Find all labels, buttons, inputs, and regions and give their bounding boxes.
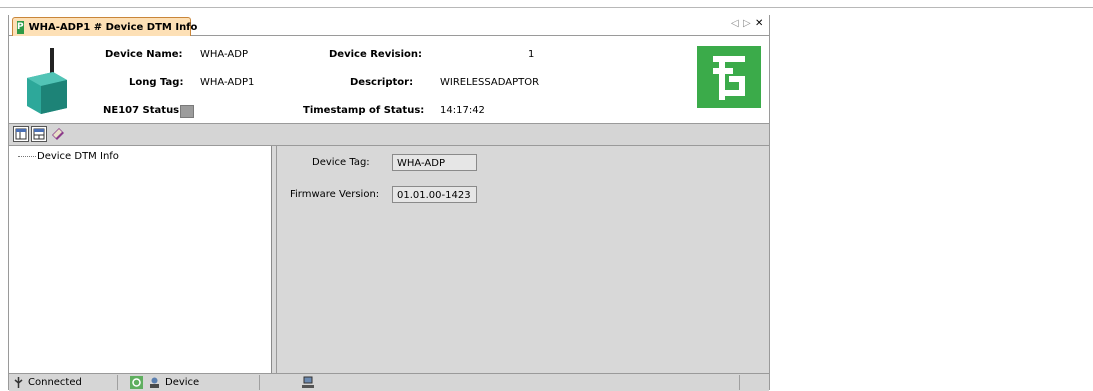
- connection-status: Connected: [12, 375, 82, 390]
- descriptor-value: WIRELESSADAPTOR: [440, 77, 540, 88]
- connection-status-label: Connected: [28, 377, 82, 388]
- top-rule: [0, 7, 1093, 8]
- network-icon: [301, 375, 315, 390]
- details-pane: Device Tag: WHA-ADP Firmware Version: 01…: [277, 146, 769, 373]
- device-name-value: WHA-ADP: [200, 49, 248, 60]
- layout-alt-icon[interactable]: [31, 126, 47, 142]
- status-separator: [117, 375, 118, 390]
- device-icon: [150, 377, 159, 388]
- toolbar: [9, 123, 769, 146]
- ne107-status-indicator: [180, 105, 194, 118]
- connected-icon: [14, 377, 23, 388]
- device-header: Device Name: WHA-ADP Long Tag: WHA-ADP1 …: [9, 36, 769, 123]
- device-tag-label: Device Tag:: [312, 157, 370, 168]
- firmware-version-field[interactable]: 01.01.00-1423: [392, 186, 477, 203]
- dtm-window: P WHA-ADP1 # Device DTM Info ◁ ▷ ✕ Devic…: [8, 15, 770, 391]
- tab-device-dtm-info[interactable]: P WHA-ADP1 # Device DTM Info: [12, 17, 197, 36]
- status-separator: [739, 375, 740, 390]
- nav-right-icon[interactable]: ▷: [743, 18, 751, 29]
- device-mode-label: Device: [165, 377, 200, 388]
- nav-left-icon[interactable]: ◁: [731, 18, 739, 29]
- pepperl-fuchs-tab-icon: P: [17, 20, 24, 34]
- book-icon[interactable]: [50, 126, 66, 142]
- tab-title: WHA-ADP1 # Device DTM Info: [28, 21, 198, 33]
- tree-item-device-dtm-info[interactable]: Device DTM Info: [37, 151, 119, 162]
- device-revision-value: 1: [528, 49, 535, 60]
- firmware-version-label: Firmware Version:: [290, 189, 380, 200]
- device-revision-label: Device Revision:: [329, 49, 423, 60]
- status-separator: [259, 375, 260, 390]
- ne107-status-label: NE107 Status:: [103, 105, 184, 116]
- long-tag-value: WHA-ADP1: [200, 77, 255, 88]
- close-icon[interactable]: ✕: [755, 18, 763, 29]
- tree-connector: [18, 156, 36, 157]
- long-tag-label: Long Tag:: [129, 77, 184, 88]
- wireless-adapter-image: [27, 48, 67, 114]
- layout-icon[interactable]: [13, 126, 29, 142]
- navigation-tree: Device DTM Info: [9, 146, 272, 373]
- status-bar: Connected Device: [9, 373, 769, 391]
- refresh-icon[interactable]: [130, 375, 143, 390]
- device-mode: Device: [148, 375, 199, 390]
- tab-bar: P WHA-ADP1 # Device DTM Info ◁ ▷ ✕: [9, 15, 769, 36]
- timestamp-value: 14:17:42: [440, 105, 485, 116]
- pepperl-fuchs-logo: [697, 46, 761, 108]
- descriptor-label: Descriptor:: [350, 77, 414, 88]
- timestamp-label: Timestamp of Status:: [303, 105, 425, 116]
- device-tag-field[interactable]: WHA-ADP: [392, 154, 477, 171]
- device-name-label: Device Name:: [105, 49, 183, 60]
